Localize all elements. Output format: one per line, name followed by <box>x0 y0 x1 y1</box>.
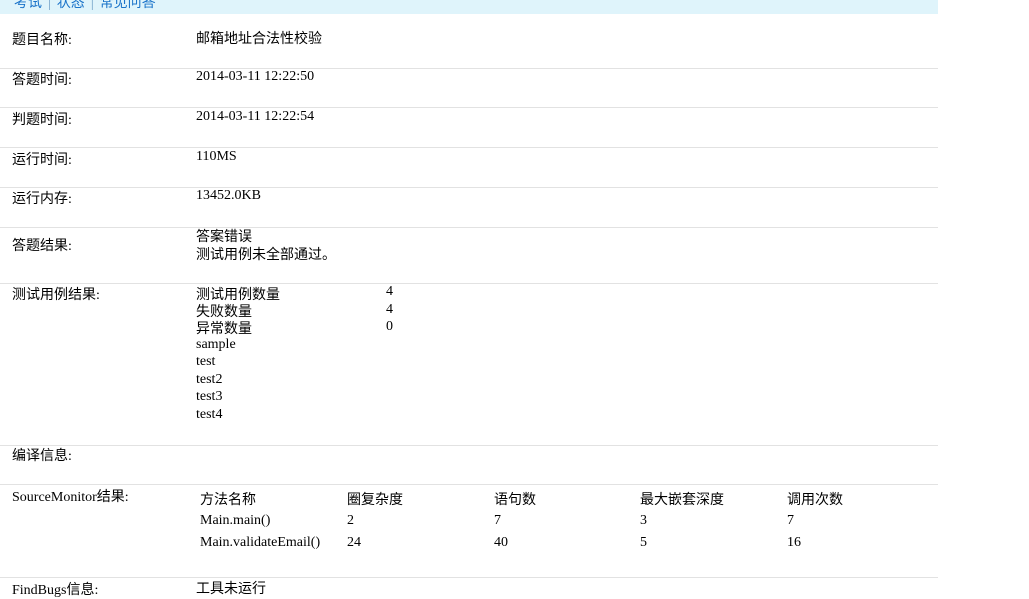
findbugs-value: 工具未运行 <box>196 582 266 597</box>
result-label: 答题结果: <box>12 239 72 254</box>
judge-time-value: 2014-03-11 12:22:54 <box>196 109 315 124</box>
failure-count-value: 4 <box>386 302 393 317</box>
row-divider <box>0 107 938 108</box>
compile-label: 编译信息: <box>12 449 72 464</box>
result-status: 答案错误 <box>196 230 252 245</box>
row-divider <box>0 187 938 188</box>
row-divider <box>0 577 938 578</box>
column-header: 最大嵌套深度 <box>640 493 724 508</box>
findbugs-label: FindBugs信息: <box>12 583 99 598</box>
row-divider <box>0 227 938 228</box>
table-cell: 2 <box>347 513 354 528</box>
row-divider <box>0 283 938 284</box>
judge-time-label: 判题时间: <box>12 113 72 128</box>
row-divider <box>0 68 938 69</box>
testcase-item: test <box>196 354 216 369</box>
row-divider <box>0 445 938 446</box>
testcase-item: test4 <box>196 407 223 422</box>
result-detail: 测试用例未全部通过。 <box>196 248 336 263</box>
nav-link-exam[interactable]: 考试 <box>14 0 42 11</box>
table-cell: 5 <box>640 535 647 550</box>
table-cell: 24 <box>347 535 361 550</box>
error-count-value: 0 <box>386 319 393 334</box>
table-cell: Main.validateEmail() <box>200 535 321 550</box>
nav-separator: | <box>48 0 51 11</box>
run-time-label: 运行时间: <box>12 153 72 168</box>
run-time-value: 110MS <box>196 149 237 164</box>
nav-separator: | <box>90 0 94 11</box>
sourcemonitor-label: SourceMonitor结果: <box>12 490 129 505</box>
column-header: 圈复杂度 <box>347 493 403 508</box>
column-header: 调用次数 <box>787 493 843 508</box>
testcases-label: 测试用例结果: <box>12 288 100 303</box>
table-cell: Main.main() <box>200 513 271 528</box>
nav-link-faq[interactable]: 常见问答 <box>100 0 156 11</box>
nav-link-status[interactable]: 状态 <box>57 0 85 11</box>
title-value: 邮箱地址合法性校验 <box>196 32 322 47</box>
testcase-count-value: 4 <box>386 284 393 299</box>
run-memory-label: 运行内存: <box>12 192 72 207</box>
top-nav: 考试 | 状态 | 常见问答 <box>0 0 938 14</box>
row-divider <box>0 484 938 485</box>
answer-time-value: 2014-03-11 12:22:50 <box>196 69 315 84</box>
table-cell: 7 <box>787 513 794 528</box>
top-nav-links: 考试 | 状态 | 常见问答 <box>14 0 156 12</box>
table-cell: 3 <box>640 513 647 528</box>
table-cell: 16 <box>787 535 801 550</box>
column-header: 方法名称 <box>200 493 256 508</box>
answer-time-label: 答题时间: <box>12 73 72 88</box>
table-cell: 7 <box>494 513 501 528</box>
title-label: 题目名称: <box>12 33 72 48</box>
table-cell: 40 <box>494 535 508 550</box>
testcase-item: test2 <box>196 372 223 387</box>
testcase-item: sample <box>196 337 236 352</box>
testcase-item: test3 <box>196 389 223 404</box>
error-count-label: 异常数量 <box>196 322 252 337</box>
row-divider <box>0 147 938 148</box>
column-header: 语句数 <box>494 493 536 508</box>
run-memory-value: 13452.0KB <box>196 188 261 203</box>
